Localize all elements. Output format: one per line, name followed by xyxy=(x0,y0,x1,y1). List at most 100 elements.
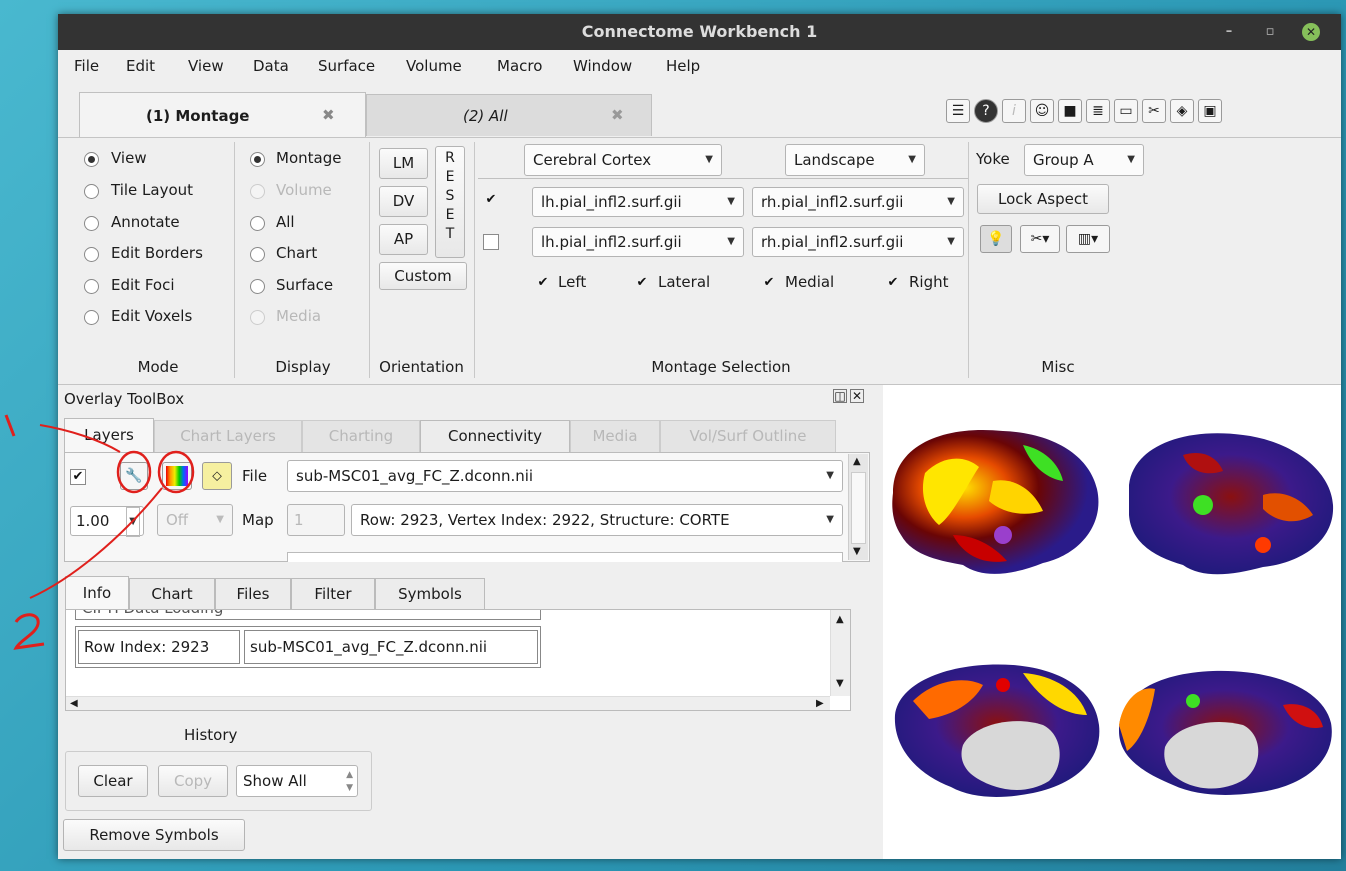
clapper-icon[interactable]: ▭ xyxy=(1114,99,1138,123)
menu-help[interactable]: Help xyxy=(666,57,700,75)
toolbox-icon[interactable]: ▣ xyxy=(1198,99,1222,123)
close-tab-icon[interactable]: ✖ xyxy=(611,106,624,124)
tab-chart[interactable]: Chart xyxy=(129,578,215,610)
scroll-right-icon[interactable]: ▶ xyxy=(816,698,824,709)
opacity-spinbox[interactable]: 1.00 ▼ xyxy=(70,506,144,537)
menu-macro[interactable]: Macro xyxy=(497,57,542,75)
movie-icon[interactable]: ■ xyxy=(1058,99,1082,123)
scroll-down-icon[interactable]: ▼ xyxy=(853,546,861,557)
display-surface-radio[interactable] xyxy=(250,279,265,294)
close-tab-icon[interactable]: ✖ xyxy=(322,106,335,124)
scroll-up-icon[interactable]: ▲ xyxy=(836,614,844,625)
menu-file[interactable]: File xyxy=(74,57,99,75)
remove-symbols-button[interactable]: Remove Symbols xyxy=(63,819,245,851)
close-icon[interactable]: ✕ xyxy=(850,389,864,403)
right-lateral-hemisphere xyxy=(1129,433,1334,575)
row-file-cell: sub-MSC01_avg_FC_Z.dconn.nii xyxy=(244,630,538,664)
tab-all[interactable]: (2) All ✖ xyxy=(366,94,652,136)
layout-select[interactable]: Landscape ▼ xyxy=(785,144,925,176)
clipping-icon[interactable]: ✂▾ xyxy=(1020,225,1060,253)
lm-button[interactable]: LM xyxy=(379,148,428,179)
mode-view-radio[interactable] xyxy=(84,152,99,167)
menu-data[interactable]: Data xyxy=(253,57,289,75)
tab-connectivity[interactable]: Connectivity xyxy=(420,420,570,453)
menu-window[interactable]: Window xyxy=(573,57,632,75)
rh-surface-select-2[interactable]: rh.pial_infl2.surf.gii ▼ xyxy=(752,227,964,257)
palette-colorbar-icon[interactable] xyxy=(162,462,192,490)
menu-volume[interactable]: Volume xyxy=(406,57,462,75)
overlay-map-select[interactable]: Row: 2923, Vertex Index: 2922, Structure… xyxy=(351,504,843,536)
lh-surface-select-1[interactable]: lh.pial_infl2.surf.gii ▼ xyxy=(532,187,744,217)
tab-montage[interactable]: (1) Montage ✖ xyxy=(79,92,366,138)
lock-aspect-button[interactable]: Lock Aspect xyxy=(977,184,1109,214)
scroll-down-icon[interactable]: ▼ xyxy=(836,678,844,689)
dv-button[interactable]: DV xyxy=(379,186,428,217)
orientation-group-title: Orientation xyxy=(379,358,464,376)
mode-edit-foci-radio[interactable] xyxy=(84,279,99,294)
row1-checkbox[interactable]: ✔ xyxy=(483,193,499,209)
float-icon[interactable]: ◫ xyxy=(833,389,847,403)
mode-annotate-radio[interactable] xyxy=(84,216,99,231)
left-checkbox[interactable]: ✔ xyxy=(535,276,551,292)
identify-icon[interactable]: i xyxy=(1002,99,1026,123)
menu-bar: File Edit View Data Surface Volume Macro… xyxy=(58,52,1341,80)
lh-surface-select-2[interactable]: lh.pial_infl2.surf.gii ▼ xyxy=(532,227,744,257)
ap-button[interactable]: AP xyxy=(379,224,428,255)
tab-symbols[interactable]: Symbols xyxy=(375,578,485,610)
lightbulb-icon[interactable]: 💡 xyxy=(980,225,1012,253)
tab-info[interactable]: Info xyxy=(65,576,129,610)
stepper-icon[interactable]: ▲ ▼ xyxy=(346,769,353,795)
reset-letter: E xyxy=(445,169,455,185)
info-hscrollbar[interactable]: ◀ ▶ xyxy=(66,696,830,710)
menu-edit[interactable]: Edit xyxy=(126,57,155,75)
mode-tile-layout-radio[interactable] xyxy=(84,184,99,199)
show-all-spinbox[interactable]: Show All ▲ ▼ xyxy=(236,765,358,797)
display-all-radio[interactable] xyxy=(250,216,265,231)
tab-files[interactable]: Files xyxy=(215,578,291,610)
map-index-spinbox: 1 xyxy=(287,504,345,536)
mode-edit-borders-radio[interactable] xyxy=(84,247,99,262)
medial-checkbox[interactable]: ✔ xyxy=(761,276,777,292)
info-text-area[interactable]: CIFTI Data Loading Row Index: 2923 sub-M… xyxy=(65,609,851,711)
layers-scrollbar[interactable]: ▲ ▼ xyxy=(848,454,868,560)
minimize-icon[interactable]: – xyxy=(1220,23,1238,41)
lateral-checkbox[interactable]: ✔ xyxy=(634,276,650,292)
scroll-up-icon[interactable]: ▲ xyxy=(853,456,861,467)
clear-button[interactable]: Clear xyxy=(78,765,148,797)
head-icon[interactable]: ☺ xyxy=(1030,99,1054,123)
reset-button[interactable]: R E S E T xyxy=(435,146,465,258)
layer-enable-checkbox[interactable]: ✔ xyxy=(70,469,86,485)
left-label: Left xyxy=(558,273,587,291)
window-title: Connectome Workbench 1 xyxy=(581,22,818,41)
ruler-icon[interactable]: ▥▾ xyxy=(1066,225,1110,253)
right-checkbox[interactable]: ✔ xyxy=(885,276,901,292)
help-icon[interactable]: ? xyxy=(974,99,998,123)
scroll-left-icon[interactable]: ◀ xyxy=(70,698,78,709)
wrench-icon[interactable]: 🔧 xyxy=(120,462,148,490)
layers-icon[interactable]: ◈ xyxy=(1170,99,1194,123)
info-panel-icon[interactable]: ☰ xyxy=(946,99,970,123)
mode-edit-voxels-radio[interactable] xyxy=(84,310,99,325)
map-index-value: 1 xyxy=(294,511,304,529)
tab-layers[interactable]: Layers xyxy=(64,418,154,453)
structure-select[interactable]: Cerebral Cortex ▼ xyxy=(524,144,722,176)
title-bar: Connectome Workbench 1 – ▫ ✕ xyxy=(58,14,1341,50)
restore-icon[interactable]: ▫ xyxy=(1261,23,1279,41)
display-chart-radio[interactable] xyxy=(250,247,265,262)
tab-filter[interactable]: Filter xyxy=(291,578,375,610)
display-montage-radio[interactable] xyxy=(250,152,265,167)
row2-checkbox[interactable] xyxy=(483,234,499,250)
tools-icon[interactable]: ✂ xyxy=(1142,99,1166,123)
menu-view[interactable]: View xyxy=(188,57,224,75)
overlay-file-select[interactable]: sub-MSC01_avg_FC_Z.dconn.nii ▼ xyxy=(287,460,843,492)
rh-surface-select-1[interactable]: rh.pial_infl2.surf.gii ▼ xyxy=(752,187,964,217)
brain-surface-view[interactable] xyxy=(883,385,1341,859)
scene-icon[interactable]: ≣ xyxy=(1086,99,1110,123)
menu-surface[interactable]: Surface xyxy=(318,57,375,75)
info-vscrollbar[interactable]: ▲ ▼ xyxy=(830,610,850,696)
close-window-icon[interactable]: ✕ xyxy=(1302,23,1320,41)
scrollbar-thumb[interactable] xyxy=(851,472,866,544)
construction-icon[interactable]: ⬦ xyxy=(202,462,232,490)
custom-button[interactable]: Custom xyxy=(379,262,467,290)
yoke-group-select[interactable]: Group A ▼ xyxy=(1024,144,1144,176)
